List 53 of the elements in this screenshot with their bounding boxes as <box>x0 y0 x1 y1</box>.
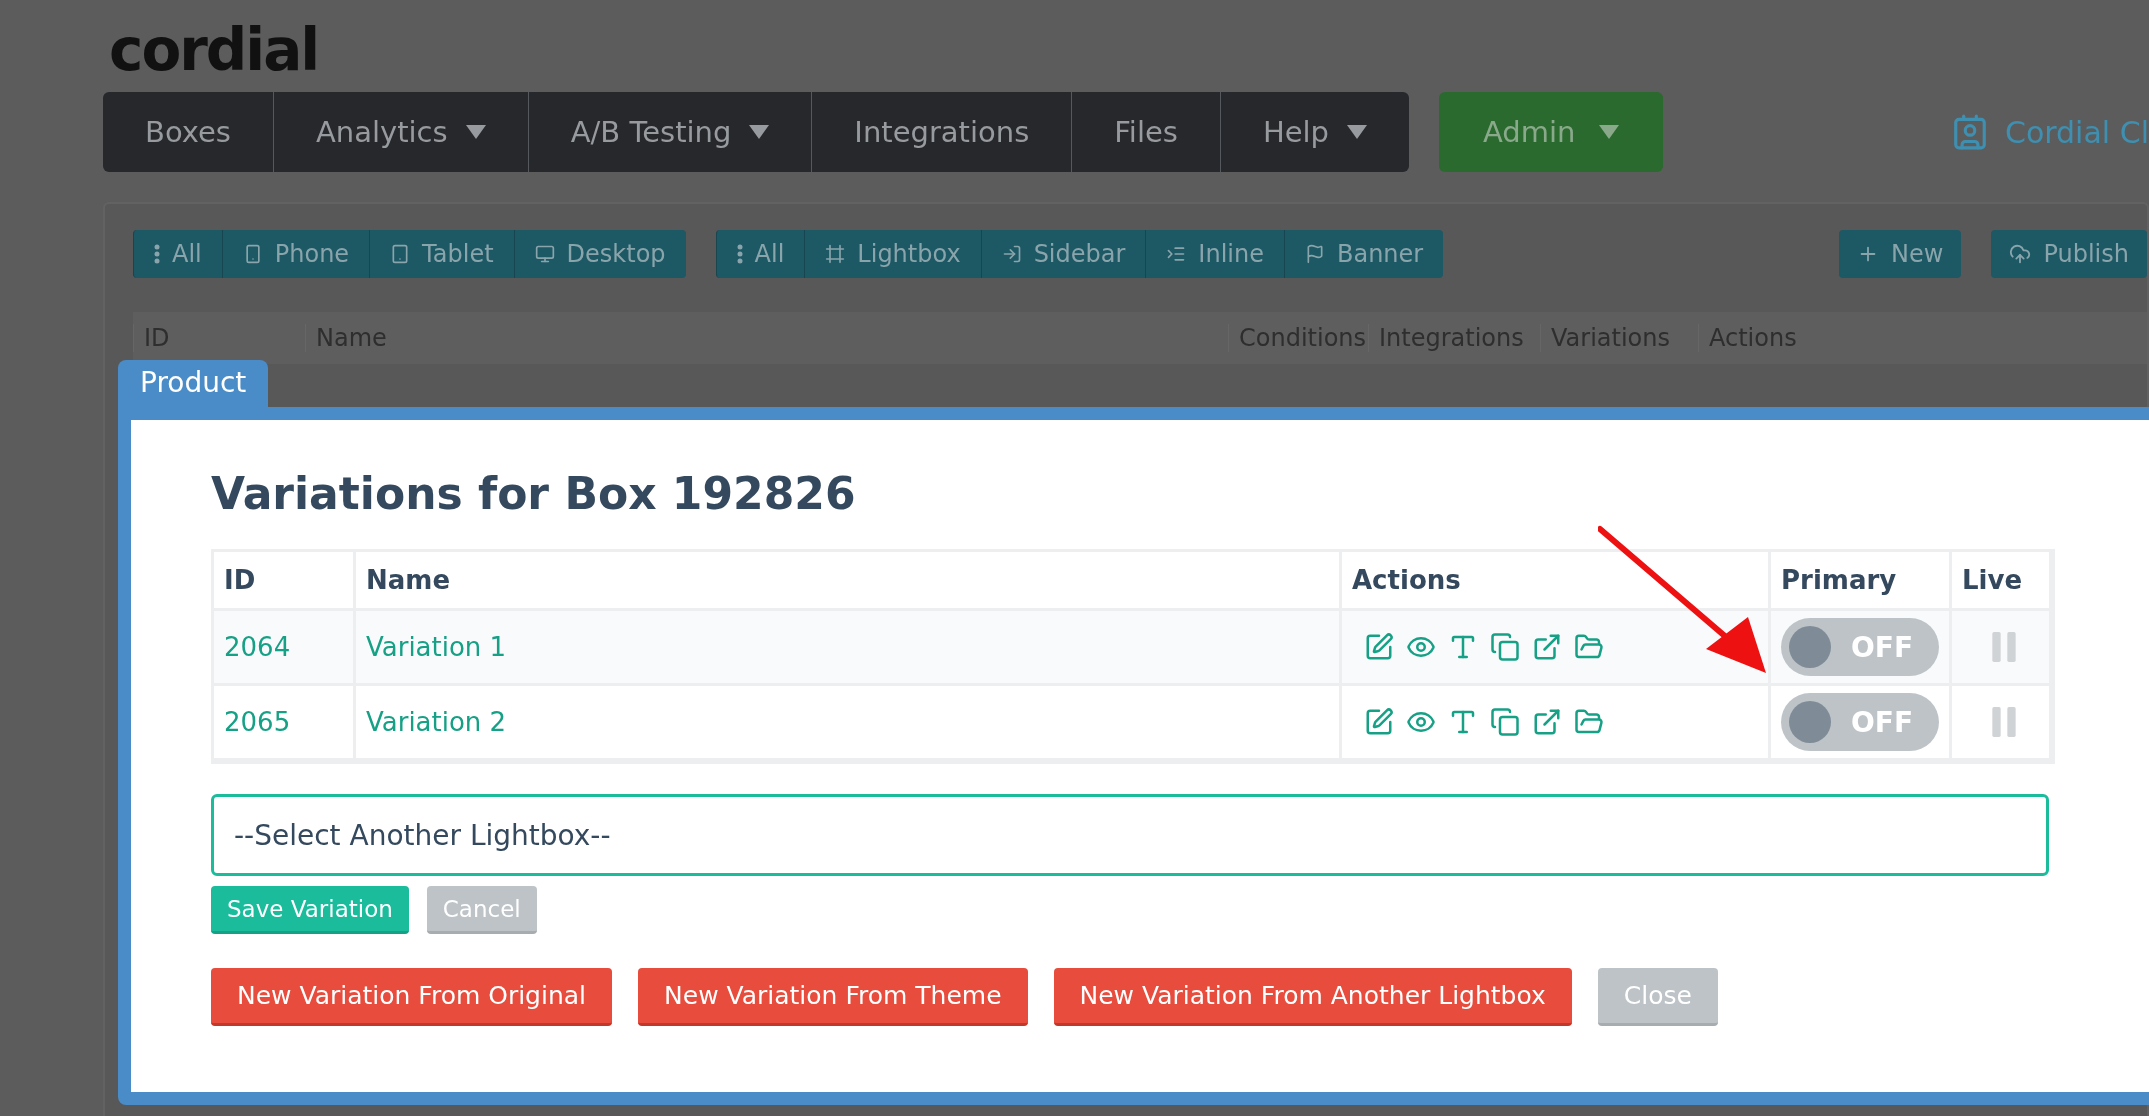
caret-icon <box>1347 125 1368 139</box>
filter-button[interactable]: Banner <box>1283 230 1444 278</box>
modal-title: Variations for Box 192826 <box>211 468 856 519</box>
sign-in-icon <box>1001 244 1022 264</box>
filter-button[interactable]: Inline <box>1145 230 1284 278</box>
filter-button[interactable]: Desktop <box>513 230 686 278</box>
form-button[interactable]: Save Variation <box>211 886 409 934</box>
logo[interactable]: cordial <box>103 18 319 82</box>
variation-name-link[interactable]: Variation 2 <box>366 707 507 737</box>
filter-button[interactable]: All <box>715 230 805 278</box>
admin-menu[interactable]: Admin <box>1439 92 1664 172</box>
dialog-button[interactable]: New Variation From Original <box>211 968 613 1026</box>
dialog-button[interactable]: Close <box>1597 968 1718 1026</box>
account-link[interactable]: Cordial Cl <box>1950 113 2149 151</box>
caret-icon <box>465 125 486 139</box>
modal-tab[interactable]: Product <box>118 360 269 407</box>
dialog-button[interactable]: New Variation From Another Lightbox <box>1053 968 1572 1026</box>
caret-icon <box>749 125 770 139</box>
edit-icon[interactable] <box>1364 707 1394 737</box>
variation-id-link[interactable]: 2064 <box>224 632 291 662</box>
caret-icon <box>1599 125 1620 139</box>
primary-toggle[interactable]: OFF <box>1781 618 1939 676</box>
dots-icon <box>736 244 743 264</box>
filter-button[interactable]: Phone <box>221 230 370 278</box>
filter-button[interactable]: Sidebar <box>980 230 1146 278</box>
indent-icon <box>1166 244 1187 264</box>
copy-icon[interactable] <box>1490 632 1520 662</box>
primary-toggle[interactable]: OFF <box>1781 693 1939 751</box>
copy-icon[interactable] <box>1490 707 1520 737</box>
dialog-button[interactable]: New Variation From Theme <box>638 968 1028 1026</box>
lightbox-select[interactable]: --Select Another Lightbox-- <box>211 794 2049 876</box>
cloud-upload-icon <box>2009 243 2032 265</box>
filter-button[interactable]: Tablet <box>369 230 514 278</box>
action-button[interactable]: Publish <box>1991 230 2147 278</box>
action-button[interactable]: New <box>1839 230 1962 278</box>
tablet-icon <box>390 244 411 264</box>
nav-item[interactable]: Boxes <box>103 92 273 172</box>
form-button[interactable]: Cancel <box>426 886 537 934</box>
nav-item[interactable]: Help <box>1219 92 1410 172</box>
monitor-icon <box>534 244 555 264</box>
variation-name-link[interactable]: Variation 1 <box>366 632 507 662</box>
frame-icon <box>825 244 846 264</box>
nav-item[interactable]: Files <box>1071 92 1220 172</box>
variation-id-link[interactable]: 2065 <box>224 707 291 737</box>
dots-icon <box>154 244 160 264</box>
nav-item[interactable]: Analytics <box>272 92 528 172</box>
nav-item[interactable]: A/B Testing <box>527 92 812 172</box>
external-link-icon[interactable] <box>1532 707 1562 737</box>
edit-icon[interactable] <box>1364 632 1394 662</box>
filter-button[interactable]: All <box>133 230 222 278</box>
filter-button[interactable]: Lightbox <box>804 230 981 278</box>
external-link-icon[interactable] <box>1532 632 1562 662</box>
nav-item[interactable]: Integrations <box>811 92 1072 172</box>
